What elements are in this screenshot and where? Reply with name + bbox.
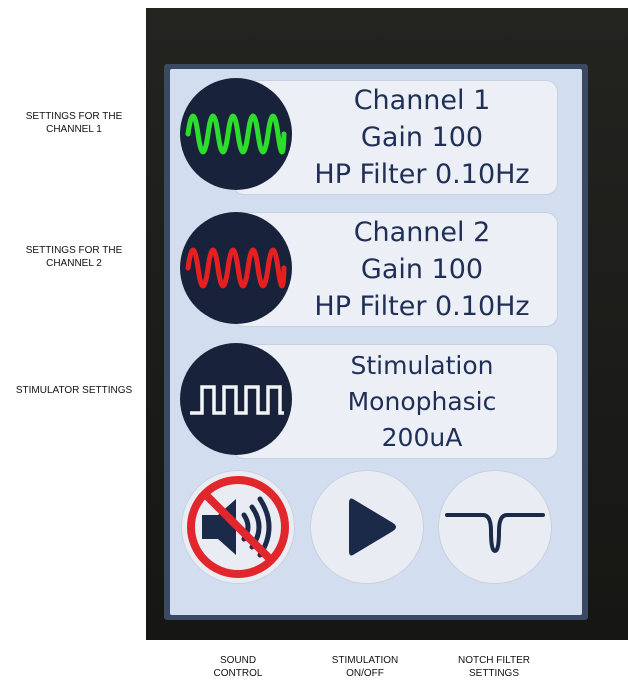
channel2-title: Channel 2	[353, 217, 491, 248]
notch-filter-button[interactable]	[438, 470, 552, 584]
stimulation-button[interactable]	[180, 343, 292, 455]
sound-control-label: SOUND CONTROL	[213, 655, 263, 679]
stimulation-current: 200uA	[381, 422, 463, 452]
channel1-filter: HP Filter 0.10Hz	[314, 159, 530, 190]
channel2-button[interactable]	[180, 212, 292, 324]
channel2-text: Channel 2 Gain 100 HP Filter 0.10Hz	[293, 213, 551, 326]
channel1-text: Channel 1 Gain 100 HP Filter 0.10Hz	[293, 81, 551, 194]
stimulation-mode: Monophasic	[347, 386, 497, 416]
green-sine-wave-icon	[185, 113, 287, 155]
stimulation-toggle-button[interactable]	[310, 470, 424, 584]
stimulation-title: Stimulation	[350, 350, 494, 380]
channel2-gain: Gain 100	[360, 254, 484, 285]
channel2-filter: HP Filter 0.10Hz	[314, 291, 530, 322]
play-icon	[349, 498, 396, 556]
muted-speaker-icon	[187, 476, 289, 578]
stimulator-settings-label: STIMULATOR SETTINGS	[15, 385, 133, 396]
channel1-button[interactable]	[180, 78, 292, 190]
channel1-title: Channel 1	[353, 85, 491, 116]
channel2-settings-label: SETTINGS FOR THE CHANNEL 2	[25, 245, 123, 269]
square-pulse-icon	[190, 385, 284, 415]
red-sine-wave-icon	[185, 247, 287, 289]
notch-filter-settings-label: NOTCH FILTER SETTINGS	[457, 655, 531, 679]
channel1-gain: Gain 100	[360, 122, 484, 153]
stimulation-text: Stimulation Monophasic 200uA	[293, 345, 551, 458]
channel1-settings-label: SETTINGS FOR THE CHANNEL 1	[25, 111, 123, 135]
sound-control-button[interactable]	[181, 470, 295, 584]
notch-filter-icon	[445, 513, 545, 553]
stimulation-onoff-label: STIMULATION ON/OFF	[331, 655, 399, 679]
